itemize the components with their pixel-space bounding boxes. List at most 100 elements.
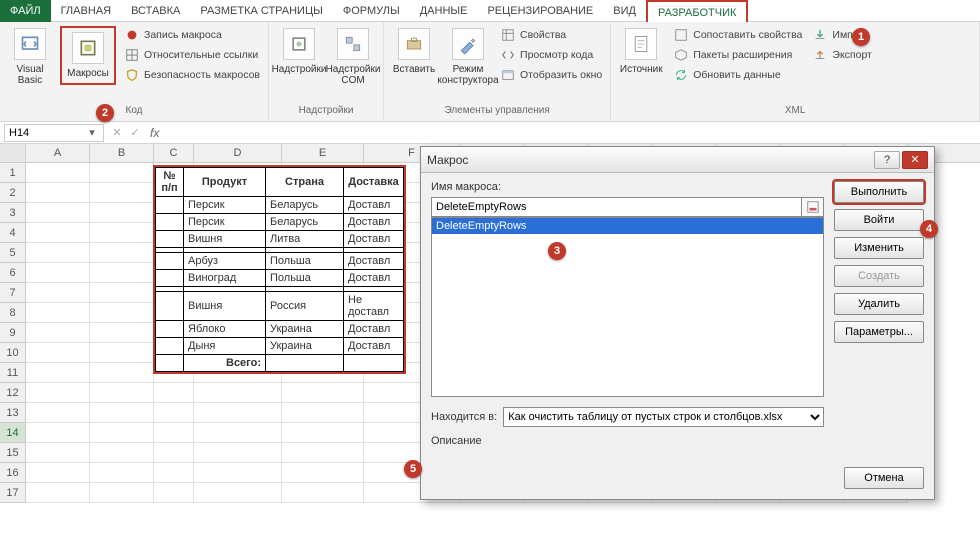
name-box-dropdown[interactable]: ▾ <box>85 126 99 139</box>
cell[interactable] <box>282 383 364 403</box>
column-header[interactable]: D <box>194 144 282 162</box>
row-header[interactable]: 13 <box>0 403 26 423</box>
row-header[interactable]: 4 <box>0 223 26 243</box>
row-header[interactable]: 10 <box>0 343 26 363</box>
cell[interactable] <box>154 383 194 403</box>
run-button[interactable]: Выполнить <box>834 181 924 203</box>
tab-file[interactable]: ФАЙЛ <box>0 0 51 22</box>
row-header[interactable]: 5 <box>0 243 26 263</box>
macro-name-input[interactable] <box>431 197 802 217</box>
cell[interactable] <box>26 263 90 283</box>
name-box-input[interactable] <box>5 127 85 139</box>
column-header[interactable]: A <box>26 144 90 162</box>
row-header[interactable]: 1 <box>0 163 26 183</box>
row-header[interactable]: 2 <box>0 183 26 203</box>
cell[interactable] <box>26 183 90 203</box>
cell[interactable] <box>282 443 364 463</box>
cell[interactable] <box>90 243 154 263</box>
column-header[interactable]: E <box>282 144 364 162</box>
export-button[interactable]: Экспорт <box>810 46 873 64</box>
row-header[interactable]: 11 <box>0 363 26 383</box>
cell[interactable] <box>90 423 154 443</box>
cell[interactable] <box>154 483 194 503</box>
row-header[interactable]: 8 <box>0 303 26 323</box>
cell[interactable] <box>282 403 364 423</box>
cancel-button[interactable]: Отмена <box>844 467 924 489</box>
macro-list-item[interactable]: DeleteEmptyRows <box>432 218 823 234</box>
cell[interactable] <box>26 303 90 323</box>
tab-developer[interactable]: РАЗРАБОТЧИК <box>646 0 748 22</box>
xml-source-button[interactable]: Источник <box>617 26 665 77</box>
cell[interactable] <box>26 403 90 423</box>
macros-button[interactable]: Макросы <box>64 30 112 81</box>
cell[interactable] <box>90 263 154 283</box>
cell[interactable] <box>26 323 90 343</box>
cell[interactable] <box>26 363 90 383</box>
tab-home[interactable]: ГЛАВНАЯ <box>51 0 121 22</box>
column-header[interactable]: C <box>154 144 194 162</box>
cell[interactable] <box>26 343 90 363</box>
expansion-packs-button[interactable]: Пакеты расширения <box>671 46 804 64</box>
design-mode-button[interactable]: Режим конструктора <box>444 26 492 88</box>
cell[interactable] <box>90 303 154 323</box>
delete-button[interactable]: Удалить <box>834 293 924 315</box>
cell[interactable] <box>194 423 282 443</box>
cell[interactable] <box>90 183 154 203</box>
cell[interactable] <box>282 463 364 483</box>
cell[interactable] <box>26 203 90 223</box>
visual-basic-button[interactable]: Visual Basic <box>6 26 54 88</box>
map-properties-button[interactable]: Сопоставить свойства <box>671 26 804 44</box>
fx-icon[interactable]: fx <box>144 126 165 140</box>
row-header[interactable]: 17 <box>0 483 26 503</box>
cell[interactable] <box>26 443 90 463</box>
cell[interactable] <box>194 483 282 503</box>
addins-button[interactable]: Надстройки <box>275 26 323 77</box>
cell[interactable] <box>90 403 154 423</box>
help-button[interactable]: ? <box>874 151 900 169</box>
name-box[interactable]: ▾ <box>4 124 104 142</box>
close-button[interactable]: ✕ <box>902 151 928 169</box>
cell[interactable] <box>194 403 282 423</box>
row-header[interactable]: 15 <box>0 443 26 463</box>
cell[interactable] <box>26 163 90 183</box>
cell[interactable] <box>282 423 364 443</box>
cell[interactable] <box>194 383 282 403</box>
cell[interactable] <box>90 323 154 343</box>
cancel-formula-icon[interactable]: ✕ <box>108 126 126 139</box>
collapse-dialog-icon[interactable] <box>802 197 824 217</box>
accept-formula-icon[interactable]: ✓ <box>126 126 144 139</box>
cell[interactable] <box>26 423 90 443</box>
cell[interactable] <box>154 403 194 423</box>
options-button[interactable]: Параметры... <box>834 321 924 343</box>
edit-button[interactable]: Изменить <box>834 237 924 259</box>
select-all-triangle[interactable] <box>0 144 26 162</box>
cell[interactable] <box>154 463 194 483</box>
cell[interactable] <box>90 383 154 403</box>
macro-list[interactable]: DeleteEmptyRows <box>431 217 824 397</box>
record-macro-button[interactable]: Запись макроса <box>122 26 262 44</box>
cell[interactable] <box>154 423 194 443</box>
tab-review[interactable]: РЕЦЕНЗИРОВАНИЕ <box>477 0 603 22</box>
run-dialog-button[interactable]: Отобразить окно <box>498 66 604 84</box>
tab-data[interactable]: ДАННЫЕ <box>410 0 478 22</box>
cell[interactable] <box>154 443 194 463</box>
refresh-data-button[interactable]: Обновить данные <box>671 66 804 84</box>
cell[interactable] <box>194 463 282 483</box>
cell[interactable] <box>90 363 154 383</box>
cell[interactable] <box>282 483 364 503</box>
tab-view[interactable]: ВИД <box>603 0 646 22</box>
row-header[interactable]: 9 <box>0 323 26 343</box>
step-into-button[interactable]: Войти <box>834 209 924 231</box>
cell[interactable] <box>26 463 90 483</box>
com-addins-button[interactable]: Надстройки COM <box>329 26 377 88</box>
cell[interactable] <box>90 163 154 183</box>
properties-button[interactable]: Свойства <box>498 26 604 44</box>
relative-refs-button[interactable]: Относительные ссылки <box>122 46 262 64</box>
row-header[interactable]: 6 <box>0 263 26 283</box>
tab-pagelayout[interactable]: РАЗМЕТКА СТРАНИЦЫ <box>190 0 332 22</box>
row-header[interactable]: 16 <box>0 463 26 483</box>
cell[interactable] <box>90 483 154 503</box>
view-code-button[interactable]: Просмотр кода <box>498 46 604 64</box>
row-header[interactable]: 14 <box>0 423 26 443</box>
dialog-titlebar[interactable]: Макрос ? ✕ <box>421 147 934 173</box>
